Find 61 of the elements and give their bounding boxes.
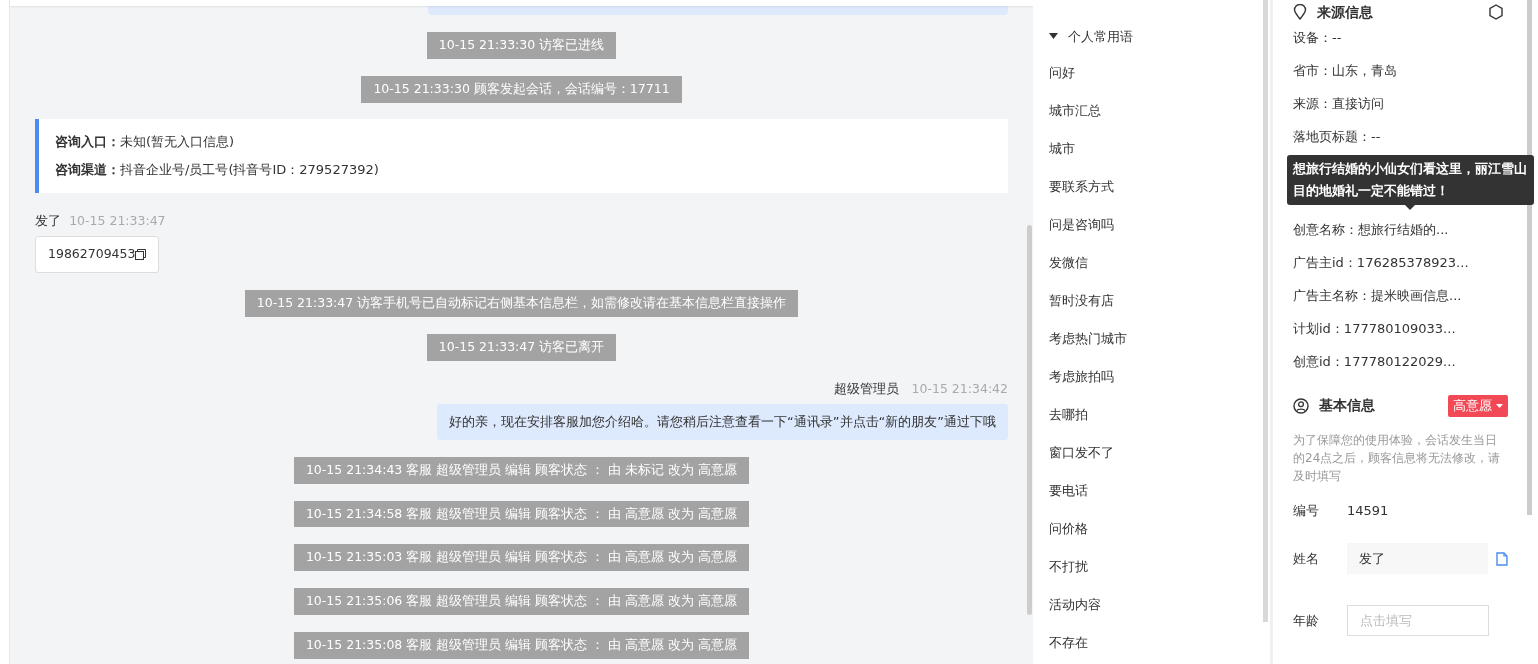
phrase-item[interactable]: 发微信 xyxy=(1049,255,1088,270)
sender-name: 超级管理员 xyxy=(834,380,900,396)
phrase-item[interactable]: 问价格 xyxy=(1049,521,1088,536)
phrase-item[interactable]: 去哪拍 xyxy=(1049,407,1088,422)
phrase-item[interactable]: 活动内容 xyxy=(1049,597,1101,612)
field-value: 14591 xyxy=(1347,501,1389,520)
info-row: 设备：-- xyxy=(1293,30,1342,45)
caret-icon[interactable] xyxy=(1049,32,1058,42)
info-line: 咨询渠道：抖音企业号/员工号(抖音号ID：279527392) xyxy=(55,160,380,179)
copy-icon[interactable] xyxy=(135,249,147,261)
age-field[interactable]: 点击填写 xyxy=(1347,604,1489,637)
tooltip-arrow xyxy=(1405,205,1415,210)
field-label: 姓名 xyxy=(1293,549,1320,568)
status-dropdown[interactable]: 高意愿 xyxy=(1448,395,1508,417)
user-icon xyxy=(1293,397,1309,414)
system-message: 10-15 21:34:43 客服 超级管理员 编辑 顾客状态 ： 由 未标记 改为 高意愿 xyxy=(293,456,750,484)
phrase-item[interactable]: 考虑热门城市 xyxy=(1049,331,1127,346)
sender-name: 发了 xyxy=(35,212,61,228)
info-row: 来源：直接访问 xyxy=(1293,96,1384,111)
field-label: 编号 xyxy=(1293,501,1320,520)
phrase-item[interactable]: 暂时没有店 xyxy=(1049,293,1114,308)
phrase-item[interactable]: 问好 xyxy=(1049,65,1075,80)
info-row: 省市：山东，青岛 xyxy=(1293,63,1397,78)
phrase-item[interactable]: 要联系方式 xyxy=(1049,179,1114,194)
info-row: 广告主名称：提米映画信息... xyxy=(1293,288,1462,303)
phrase-item[interactable]: 城市汇总 xyxy=(1049,103,1101,118)
document-icon[interactable] xyxy=(1496,551,1508,566)
message-time: 10-15 21:34:42 xyxy=(911,380,1008,396)
info-row: 计划id：177780109033... xyxy=(1293,321,1456,336)
field-label: 年龄 xyxy=(1293,611,1320,630)
system-message: 10-15 21:35:08 客服 超级管理员 编辑 顾客状态 ： 由 高意愿 改为 高意愿 xyxy=(293,631,750,659)
system-message: 10-15 21:34:58 客服 超级管理员 编辑 顾客状态 ： 由 高意愿 改为 高意愿 xyxy=(293,500,750,528)
tooltip: 想旅行结婚的小仙女们看这里，丽江雪山目的地婚礼一定不能错过！ xyxy=(1287,155,1534,205)
info-line: 咨询入口：未知(暂无入口信息) xyxy=(55,132,236,151)
system-message: 10-15 21:33:47 访客已离开 xyxy=(426,333,617,361)
system-message: 10-15 21:33:30 访客已进线 xyxy=(426,32,617,59)
info-row: 创意id：177780122029... xyxy=(1293,354,1456,369)
system-message: 10-15 21:33:30 顾客发起会话，会话编号：17711 xyxy=(361,75,682,103)
section-title: 基本信息 xyxy=(1319,396,1375,416)
phrase-item[interactable]: 不打扰 xyxy=(1049,559,1088,574)
info-row: 创意名称：想旅行结婚的... xyxy=(1293,222,1449,237)
system-message: 10-15 21:35:06 客服 超级管理员 编辑 顾客状态 ： 由 高意愿 改为 高意愿 xyxy=(293,588,750,615)
phone-number: 19862709453 xyxy=(48,245,136,264)
phrase-item[interactable]: 城市 xyxy=(1049,141,1075,156)
notice-text: 为了保障您的使用体验，会话发生当日的24点之后，顾客信息将无法修改，请及时填写 xyxy=(1293,431,1502,485)
location-pin-icon xyxy=(1293,4,1307,20)
phrase-item[interactable]: 不存在 xyxy=(1049,635,1088,650)
info-row: 广告主id：176285378923... xyxy=(1293,255,1469,270)
phrase-item[interactable]: 问是咨询吗 xyxy=(1049,217,1114,232)
message-time: 10-15 21:33:47 xyxy=(69,212,166,228)
info-row: 落地页标题：-- xyxy=(1293,129,1381,144)
phrase-item[interactable]: 考虑旅拍吗 xyxy=(1049,369,1114,384)
system-message: 10-15 21:33:47 访客手机号已自动标记右侧基本信息栏，如需修改请在基本信息栏直接操作 xyxy=(244,290,799,317)
hexagon-icon[interactable] xyxy=(1488,4,1504,20)
system-message: 10-15 21:35:03 客服 超级管理员 编辑 顾客状态 ： 由 高意愿 改为 高意愿 xyxy=(293,544,750,571)
phrase-item[interactable]: 要电话 xyxy=(1049,483,1088,498)
chat-bubble: 好的亲，现在安排客服加您介绍哈。请您稍后注意查看一下“通讯录”并点击“新的朋友”通过下哦 xyxy=(437,404,1008,440)
group-title[interactable]: 个人常用语 xyxy=(1068,27,1133,47)
section-title: 来源信息 xyxy=(1317,2,1373,22)
name-field[interactable]: 发了 xyxy=(1346,542,1489,575)
phrase-item[interactable]: 窗口发不了 xyxy=(1049,445,1114,460)
